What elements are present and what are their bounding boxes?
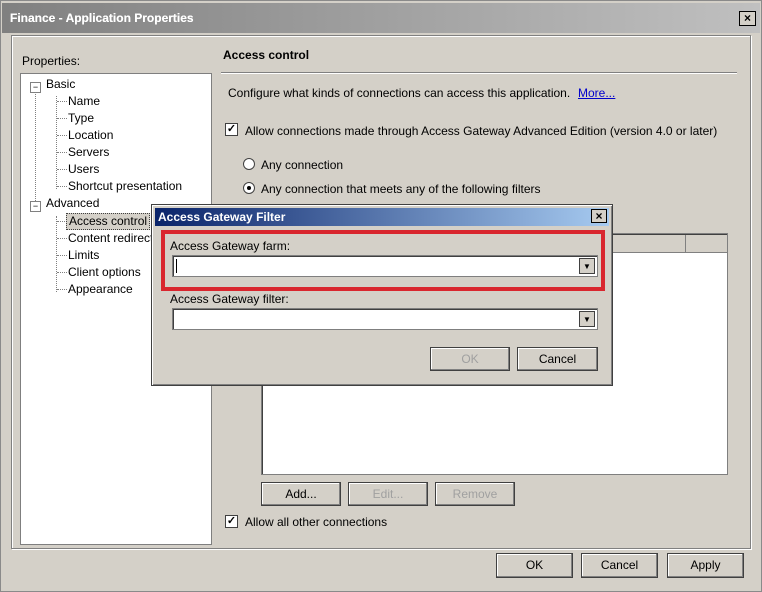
tree-line [56, 216, 57, 292]
tree-line [35, 87, 36, 205]
section-title: Access control [223, 48, 310, 62]
dialog-ok-button[interactable]: OK [430, 347, 510, 371]
dialog-title: Access Gateway Filter [158, 210, 286, 224]
chevron-down-icon[interactable]: ▼ [579, 311, 595, 327]
access-gateway-filter-dialog: Access Gateway Filter × Access Gateway f… [151, 204, 613, 386]
tree-item-limits[interactable]: Limits [68, 248, 99, 263]
more-link[interactable]: More... [578, 86, 615, 100]
filter-label: Access Gateway filter: [170, 292, 289, 306]
collapse-advanced-icon[interactable]: − [30, 201, 41, 212]
section-divider [221, 72, 737, 74]
text-caret [176, 259, 177, 273]
dialog-close-button[interactable]: × [591, 209, 607, 223]
tree-line [56, 96, 57, 189]
remove-button[interactable]: Remove [435, 482, 515, 506]
allow-other-checkbox[interactable]: ✓ [225, 515, 238, 528]
tree-item-servers[interactable]: Servers [68, 145, 109, 160]
tree-item-name[interactable]: Name [68, 94, 100, 109]
tree-item-location[interactable]: Location [68, 128, 113, 143]
tree-item-basic[interactable]: Basic [46, 77, 75, 92]
tree-item-content-redirection[interactable]: Content redirecti [68, 231, 156, 246]
window-title: Finance - Application Properties [10, 11, 194, 25]
radio-filtered-connection[interactable] [243, 182, 255, 194]
tree-item-users[interactable]: Users [68, 162, 99, 177]
section-description: Configure what kinds of connections can … [228, 86, 571, 100]
tree-item-client-options[interactable]: Client options [68, 265, 141, 280]
tree-item-shortcut-presentation[interactable]: Shortcut presentation [68, 179, 182, 194]
title-bar: Finance - Application Properties × [2, 3, 760, 33]
close-button[interactable]: × [739, 11, 756, 26]
apply-button[interactable]: Apply [667, 553, 744, 578]
ok-button[interactable]: OK [496, 553, 573, 578]
allow-other-label: Allow all other connections [245, 515, 388, 529]
close-icon: × [743, 11, 751, 25]
close-icon: × [595, 209, 603, 223]
column-divider[interactable] [685, 235, 686, 253]
dialog-title-bar: Access Gateway Filter × [155, 208, 609, 226]
radio-any-connection-label: Any connection [261, 158, 344, 172]
tree-item-access-control[interactable]: Access control [66, 213, 151, 230]
edit-button[interactable]: Edit... [348, 482, 428, 506]
chevron-down-icon[interactable]: ▼ [579, 258, 595, 274]
properties-label: Properties: [22, 54, 81, 68]
filter-combobox[interactable]: ▼ [172, 308, 598, 330]
allow-ag-label: Allow connections made through Access Ga… [245, 124, 718, 138]
add-button[interactable]: Add... [261, 482, 341, 506]
allow-ag-checkbox[interactable]: ✓ [225, 123, 238, 136]
dialog-cancel-button[interactable]: Cancel [517, 347, 598, 371]
cancel-button[interactable]: Cancel [581, 553, 658, 578]
farm-combobox[interactable]: ▼ [172, 255, 598, 277]
farm-label: Access Gateway farm: [170, 239, 291, 253]
tree-item-appearance[interactable]: Appearance [68, 282, 133, 297]
collapse-basic-icon[interactable]: − [30, 82, 41, 93]
radio-any-connection[interactable] [243, 158, 255, 170]
tree-item-advanced[interactable]: Advanced [46, 196, 99, 211]
radio-filtered-connection-label: Any connection that meets any of the fol… [261, 182, 541, 196]
tree-item-type[interactable]: Type [68, 111, 94, 126]
